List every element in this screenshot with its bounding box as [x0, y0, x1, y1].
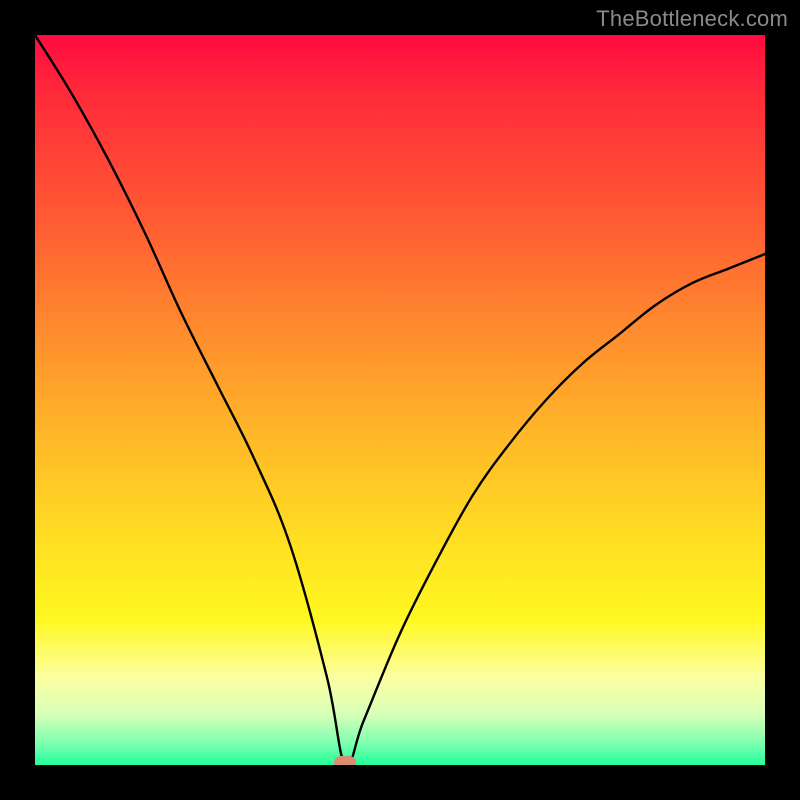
- plot-area: [35, 35, 765, 765]
- bottleneck-curve: [35, 35, 765, 765]
- optimum-marker: [334, 756, 356, 765]
- chart-frame: TheBottleneck.com: [0, 0, 800, 800]
- curve-path: [35, 35, 765, 765]
- watermark-text: TheBottleneck.com: [596, 6, 788, 32]
